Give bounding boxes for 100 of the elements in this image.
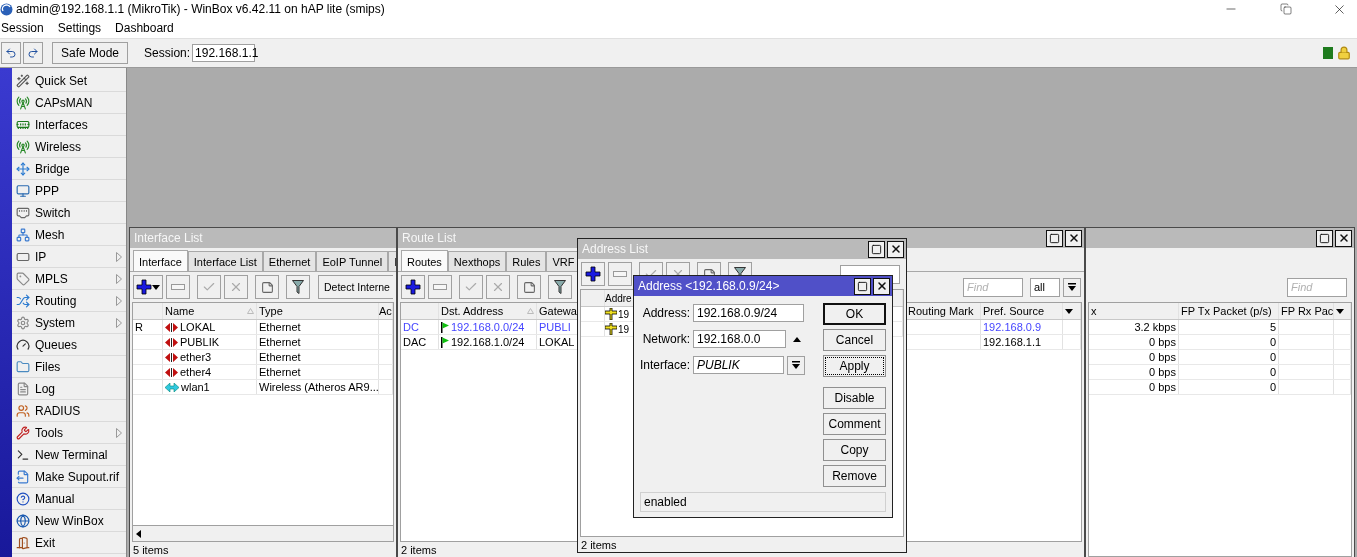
plus-icon	[585, 266, 601, 282]
sidebar-item[interactable]: Routing	[12, 290, 126, 312]
dialog-button[interactable]: Remove	[823, 465, 886, 487]
tab[interactable]: Rules	[506, 251, 547, 271]
close-button[interactable]	[1065, 229, 1082, 247]
sidebar-item[interactable]: Mesh	[12, 224, 126, 246]
select-field[interactable]: PUBLIK	[693, 356, 784, 374]
menu-item[interactable]: Dashboard	[115, 21, 174, 35]
add-button[interactable]	[401, 275, 425, 299]
destination-address: 192.168.0.0/24	[451, 321, 525, 333]
filter-select[interactable]: all	[1030, 277, 1060, 297]
sidebar-item[interactable]: Bridge	[12, 158, 126, 180]
sidebar-item[interactable]: Quick Set	[12, 70, 126, 92]
maximize-button[interactable]	[1316, 229, 1333, 247]
sidebar-item[interactable]: New Terminal	[12, 444, 126, 466]
tag-icon	[16, 271, 30, 286]
dropdown-button[interactable]	[787, 355, 805, 375]
table-cell: 192.168.1.1	[981, 335, 1063, 349]
interface-name: ether3	[180, 351, 212, 363]
menu-item[interactable]: Settings	[57, 21, 102, 35]
tab[interactable]: Interface	[133, 250, 188, 271]
input-field[interactable]: 192.168.0.9/24	[693, 304, 804, 322]
maximize-icon	[857, 280, 868, 292]
sidebar-item[interactable]: Queues	[12, 334, 126, 356]
table-cell: 19	[618, 308, 630, 320]
tab[interactable]: I	[388, 251, 396, 271]
dialog-button[interactable]: OK	[823, 303, 886, 325]
lock-icon	[1337, 46, 1351, 60]
sidebar-item[interactable]: PPP	[12, 180, 126, 202]
note-icon	[522, 280, 536, 294]
menu-item[interactable]: Session	[1, 21, 44, 35]
table-cell: 192.168.0.9	[981, 320, 1063, 334]
tab[interactable]: Ethernet	[262, 251, 317, 271]
tab[interactable]: Nexthops	[447, 251, 507, 271]
interface-name: ether4	[180, 366, 212, 378]
add-button[interactable]	[581, 262, 605, 286]
close-button[interactable]	[1335, 229, 1352, 247]
tab[interactable]: EoIP Tunnel	[316, 251, 389, 271]
sort-icon	[527, 308, 534, 314]
sidebar-item[interactable]: Exit	[12, 532, 126, 554]
close-button[interactable]	[887, 240, 904, 258]
sidebar-item[interactable]: RADIUS	[12, 400, 126, 422]
undo-icon	[5, 47, 17, 59]
column-header: x	[1089, 303, 1179, 319]
close-icon	[1067, 232, 1080, 244]
flag-icon	[441, 321, 449, 333]
table-cell: 0	[1179, 380, 1279, 394]
dropdown-button[interactable]	[1063, 277, 1081, 297]
sidebar-item[interactable]: IP	[12, 246, 126, 268]
antenna-icon	[16, 139, 30, 154]
sidebar-item[interactable]: Switch	[12, 202, 126, 224]
dialog-button[interactable]: Disable	[823, 387, 886, 409]
filter-button[interactable]	[548, 275, 572, 299]
add-button[interactable]	[133, 275, 163, 299]
sidebar-item[interactable]: Wireless	[12, 136, 126, 158]
dialog-button[interactable]: Cancel	[823, 329, 886, 351]
column-header: FP Rx Pac	[1279, 303, 1334, 319]
sidebar-item[interactable]: Manual	[12, 488, 126, 510]
dropdown-icon	[792, 360, 800, 370]
sidebar-item[interactable]: Log	[12, 378, 126, 400]
table-cell: 0 bps	[1089, 365, 1179, 379]
tab[interactable]: Routes	[401, 250, 448, 271]
destination-address: 192.168.1.0/24	[451, 336, 525, 348]
plus-icon	[136, 279, 152, 295]
dialog-button[interactable]: Comment	[823, 413, 886, 435]
close-button[interactable]	[873, 277, 890, 295]
remove-button[interactable]	[166, 275, 190, 299]
find-field[interactable]: Find	[963, 277, 1023, 297]
sidebar-item[interactable]: MPLS	[12, 268, 126, 290]
undo-button[interactable]	[1, 42, 21, 64]
column-header: Name	[165, 305, 195, 317]
maximize-button[interactable]	[868, 240, 885, 258]
sidebar-item[interactable]: Make Supout.rif	[12, 466, 126, 488]
wand-icon	[16, 73, 30, 88]
safe-mode-button[interactable]: Safe Mode	[52, 42, 129, 64]
detect-button[interactable]: Detect Interne	[318, 275, 393, 299]
dialog-button[interactable]: Copy	[823, 439, 886, 461]
input-field[interactable]: 192.168.0.0	[693, 330, 786, 348]
find-field[interactable]: Find	[1287, 277, 1347, 297]
table-cell: 0 bps	[1089, 350, 1179, 364]
flag-icon	[441, 336, 449, 348]
sidebar-item[interactable]: Tools	[12, 422, 126, 444]
redo-button[interactable]	[23, 42, 43, 64]
interface-name: LOKAL	[180, 321, 216, 333]
tab[interactable]: Interface List	[187, 251, 263, 271]
filter-button[interactable]	[286, 275, 310, 299]
sidebar-item[interactable]: Files	[12, 356, 126, 378]
table-cell: Wireless (Atheros AR9...	[257, 380, 379, 394]
sidebar-item[interactable]: System	[12, 312, 126, 334]
dialog-button[interactable]: Apply	[823, 355, 886, 377]
maximize-button[interactable]	[854, 277, 871, 295]
interface-name: wlan1	[181, 381, 210, 393]
sidebar-item[interactable]: CAPsMAN	[12, 92, 126, 114]
maximize-button[interactable]	[1046, 229, 1063, 247]
arrows-icon	[165, 367, 178, 377]
close-icon	[889, 243, 902, 255]
sidebar-item[interactable]: New WinBox	[12, 510, 126, 532]
session-field[interactable]: 192.168.1.1	[192, 44, 256, 62]
sidebar-item[interactable]: Interfaces	[12, 114, 126, 136]
users-icon	[16, 403, 30, 418]
